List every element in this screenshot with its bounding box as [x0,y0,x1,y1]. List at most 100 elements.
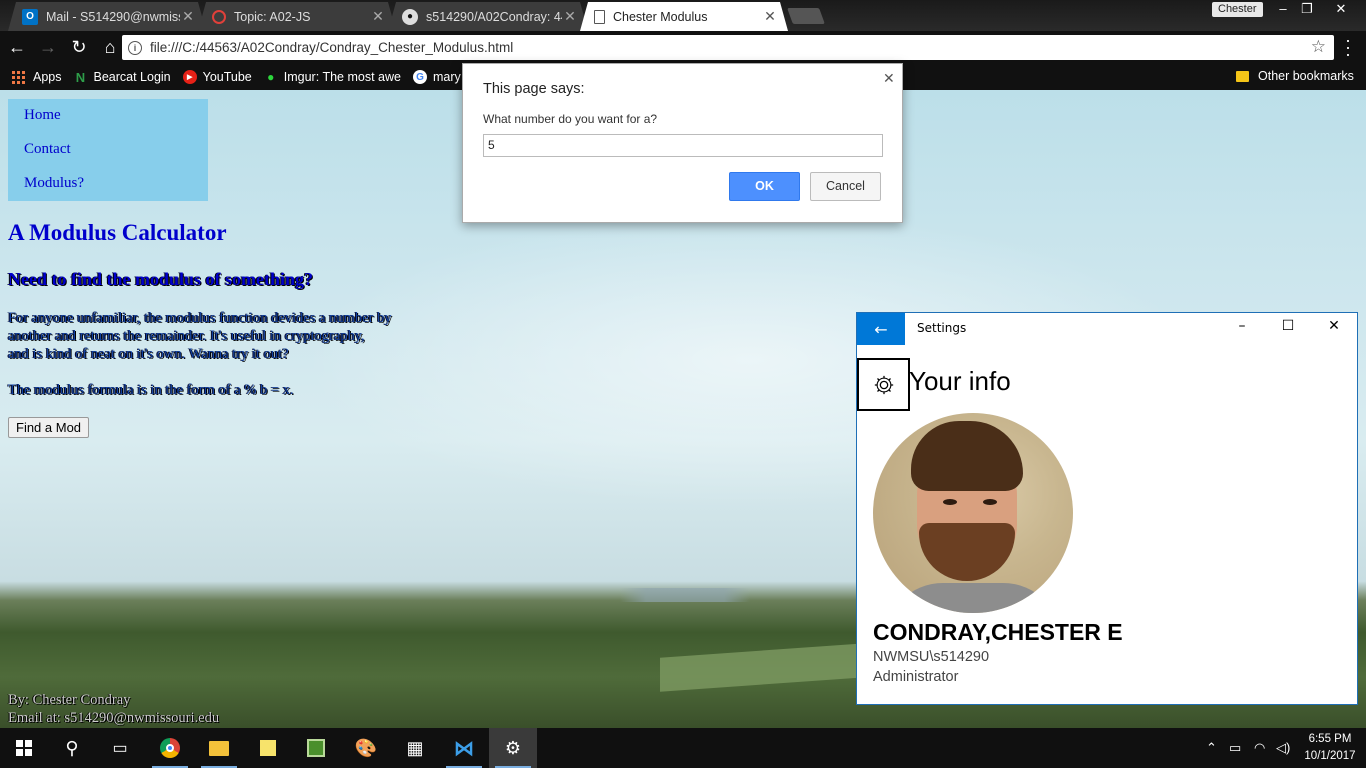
page-title: A Modulus Calculator [8,220,227,245]
close-icon[interactable]: ✕ [762,8,778,25]
tab-topic[interactable]: Topic: A02-JS ✕ [198,2,396,31]
bookmark-youtube[interactable]: ▶ YouTube [182,70,252,84]
clock-date: 10/1/2017 [1304,750,1356,762]
minimize-icon[interactable]: – [1270,0,1296,18]
start-button[interactable] [0,728,48,768]
back-arrow-icon[interactable]: ← [3,34,31,62]
wifi-icon[interactable]: ◠ [1254,740,1265,756]
page-icon [594,10,605,24]
find-a-mod-button[interactable]: Find a Mod [8,417,90,438]
address-bar[interactable]: i file:///C:/44563/A02Condray/Condray_Ch… [122,35,1334,60]
settings-home-button[interactable] [857,358,910,411]
nav-link-contact[interactable]: Contact [24,141,71,158]
site-nav: Home Contact Modulus? [8,99,208,201]
cancel-button[interactable]: Cancel [810,172,881,201]
minimize-icon[interactable]: – [1232,318,1252,334]
clock-time: 6:55 PM [1308,733,1352,745]
tab-title: Chester Modulus [613,9,708,24]
restore-icon[interactable]: ❐ [1294,0,1320,18]
tab-title: Mail - S514290@nwmissouri.edu [46,9,179,24]
tab-mail[interactable]: O Mail - S514290@nwmissouri.edu ✕ [8,2,206,31]
settings-window-title: Settings [917,321,967,335]
settings-heading: Your info [909,366,1011,396]
tab-title: s514290/A02Condray: 44 [426,9,562,24]
url-text: file:///C:/44563/A02Condray/Condray_Ches… [150,40,514,55]
youtube-icon: ▶ [182,70,197,84]
bookmark-label: Imgur: The most awe [283,70,401,84]
file-explorer-icon[interactable] [195,728,243,768]
calculator-icon[interactable]: ▦ [391,728,439,768]
vscode-icon[interactable]: ⋈ [440,728,488,768]
landscape-field [660,642,880,692]
battery-icon[interactable]: ▭ [1229,740,1241,756]
gear-icon [874,375,893,394]
task-view-icon[interactable]: ▭ [96,728,144,768]
forward-arrow-icon[interactable]: → [34,34,62,62]
close-window-icon[interactable]: ✕ [1328,0,1354,18]
bookmark-bearcat[interactable]: N Bearcat Login [74,69,171,85]
back-arrow-icon[interactable]: ← [857,313,905,345]
sticky-notes-icon[interactable] [244,728,292,768]
prompt-input[interactable]: 5 [483,134,883,157]
close-window-icon[interactable]: ✕ [1324,318,1344,334]
folder-icon [1236,70,1249,82]
project-icon[interactable] [292,728,340,768]
bookmark-apps[interactable]: Apps [12,70,62,84]
close-icon[interactable]: ✕ [562,8,578,25]
nav-link-modulus[interactable]: Modulus? [24,175,84,192]
user-account: NWMSU\s514290 [873,649,990,665]
prompt-dialog: This page says: ✕ What number do you wan… [462,63,903,223]
close-icon[interactable]: ✕ [883,70,895,87]
dialog-title: This page says: [483,81,585,97]
bookmark-label: mary [432,70,461,84]
bearcat-icon: N [75,69,86,85]
new-tab-button[interactable] [787,8,825,24]
settings-window: ← Settings – ☐ ✕ Your info CONDRAY,CHEST… [856,312,1358,705]
close-icon[interactable]: ✕ [180,8,196,25]
footer-email: Email at: s514290@nwmissouri.edu [8,710,220,726]
ok-button[interactable]: OK [729,172,800,201]
tab-chester-modulus[interactable]: Chester Modulus ✕ [580,2,788,31]
bookmark-imgur[interactable]: ● Imgur: The most awe [264,70,401,84]
browser-tab-bar: O Mail - S514290@nwmissouri.edu ✕ Topic:… [0,0,1366,31]
nav-link-home[interactable]: Home [24,107,61,124]
profile-button[interactable]: Chester [1212,2,1263,17]
volume-icon[interactable]: ◁) [1276,740,1290,756]
outlook-icon: O [22,9,38,25]
paint-icon[interactable]: 🎨 [342,728,390,768]
bookmark-label: YouTube [202,70,252,84]
other-bookmarks[interactable]: Other bookmarks [1236,69,1354,83]
page-subtitle: Need to find the modulus of something? [8,269,314,289]
imgur-icon: ● [267,70,275,84]
windows-icon [16,740,32,756]
reload-icon[interactable]: ↻ [65,34,93,62]
github-icon: ● [402,9,418,25]
browser-toolbar: ← → ↻ ⌂ i file:///C:/44563/A02Condray/Co… [0,31,1366,64]
info-icon[interactable]: i [128,40,142,55]
bookmark-label: Bearcat Login [93,70,171,84]
taskbar: ⚲ ▭ 🎨 ▦ ⋈ ⚙ ⌃ ▭ ◠ ◁) 6:55 PM 10/1/2017 [0,728,1366,768]
search-icon[interactable]: ⚲ [48,728,96,768]
system-clock[interactable]: 6:55 PM 10/1/2017 [1300,731,1360,765]
user-name: CONDRAY,CHESTER E [873,619,1123,645]
bookmark-mary[interactable]: G mary [412,70,461,84]
intro-paragraph: For anyone unfamiliar, the modulus funct… [8,310,392,362]
bookmark-label: Apps [33,70,62,84]
avatar [873,413,1073,613]
city-skyline [620,588,750,602]
maximize-icon[interactable]: ☐ [1278,318,1298,334]
tab-title: Topic: A02-JS [234,9,311,24]
close-icon[interactable]: ✕ [370,8,386,25]
home-icon[interactable]: ⌂ [96,34,124,62]
chrome-menu-icon[interactable]: · · · [1340,31,1356,63]
tab-github[interactable]: ● s514290/A02Condray: 44 ✕ [388,2,588,31]
apps-icon [12,70,25,84]
dialog-message: What number do you want for a? [483,112,658,126]
google-icon: G [412,70,427,84]
footer-author: By: Chester Condray [8,692,131,708]
d2l-icon [212,10,226,24]
chrome-taskbar-icon[interactable] [146,728,194,768]
chevron-up-icon[interactable]: ⌃ [1206,740,1217,756]
settings-taskbar-icon[interactable]: ⚙ [489,728,537,768]
bookmark-star-icon[interactable]: ☆ [1311,37,1326,57]
